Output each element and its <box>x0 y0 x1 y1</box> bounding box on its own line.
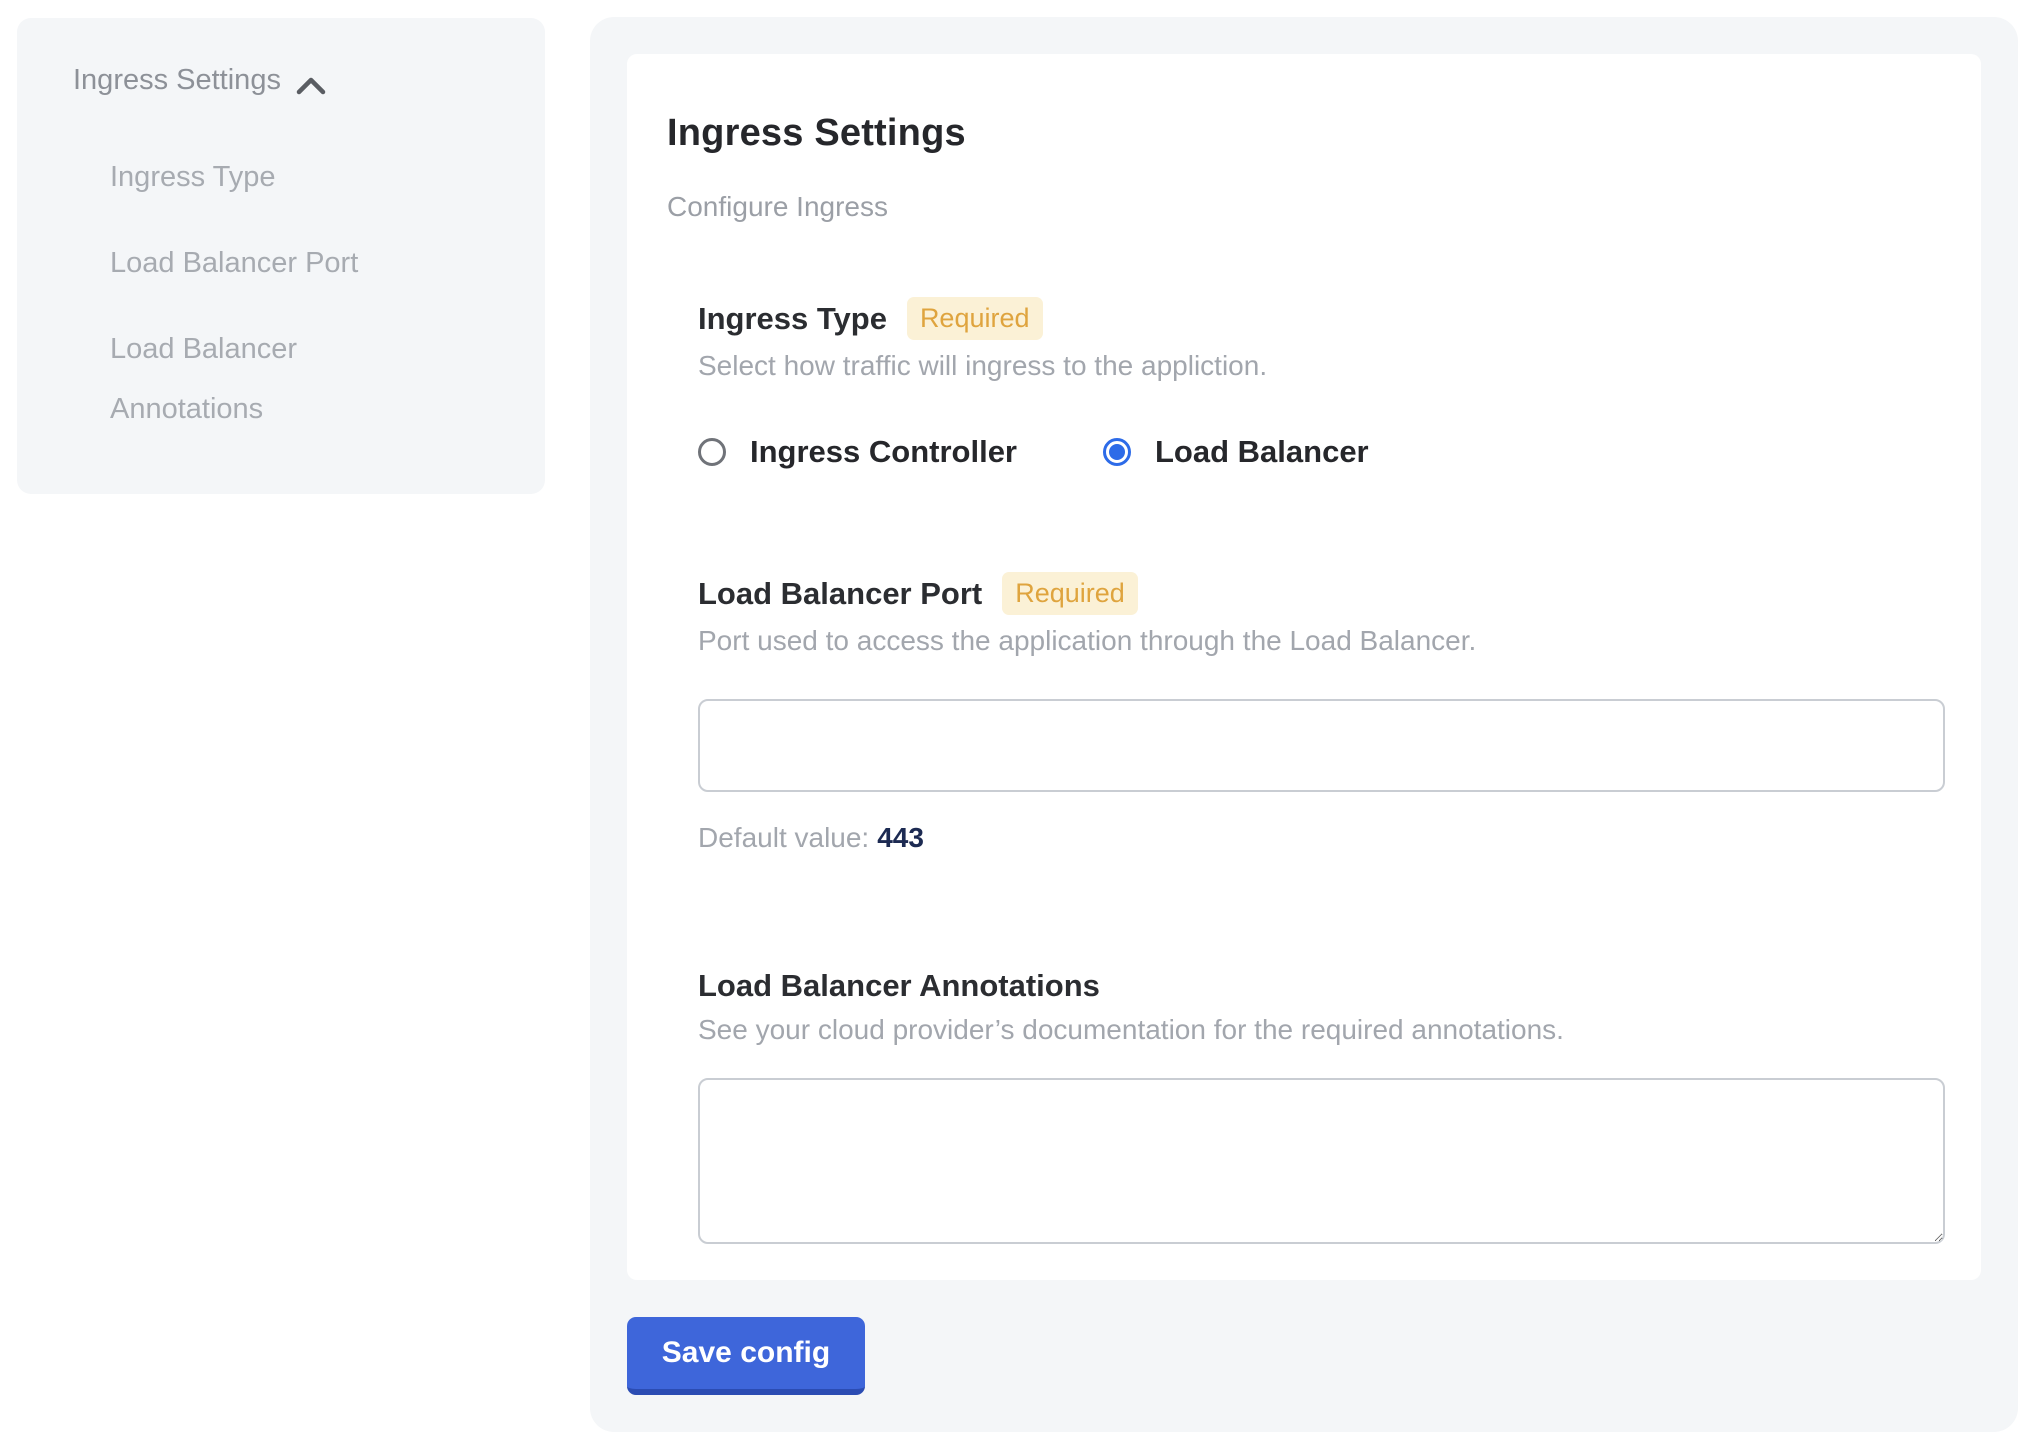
radio-label-ingress-controller: Ingress Controller <box>750 434 1017 470</box>
default-value-hint: Default value: 443 <box>698 822 1946 854</box>
sidebar-item-load-balancer-annotations[interactable]: Load Balancer Annotations <box>110 319 420 439</box>
ingress-type-radio-group: Ingress Controller Load Balancer <box>698 434 1946 470</box>
ingress-settings-panel: Ingress Settings Configure Ingress Ingre… <box>590 17 2018 1432</box>
sidebar-section-label: Ingress Settings <box>73 64 281 97</box>
field-ingress-type: Ingress Type Required Select how traffic… <box>698 297 1946 470</box>
load-balancer-port-input[interactable] <box>698 699 1945 792</box>
sidebar-item-list: Ingress Type Load Balancer Port Load Bal… <box>73 147 515 439</box>
ingress-settings-card: Ingress Settings Configure Ingress Ingre… <box>627 54 1981 1280</box>
save-config-button[interactable]: Save config <box>627 1317 865 1395</box>
required-badge: Required <box>907 297 1043 340</box>
radio-label-load-balancer: Load Balancer <box>1155 434 1369 470</box>
load-balancer-annotations-textarea[interactable] <box>698 1078 1945 1244</box>
page-subtitle: Configure Ingress <box>667 191 1946 223</box>
radio-option-ingress-controller[interactable]: Ingress Controller <box>698 434 1017 470</box>
required-badge: Required <box>1002 572 1138 615</box>
radio-unselected-icon[interactable] <box>698 438 726 466</box>
sidebar-item-load-balancer-port[interactable]: Load Balancer Port <box>110 233 420 293</box>
radio-selected-icon[interactable] <box>1103 438 1131 466</box>
field-load-balancer-annotations: Load Balancer Annotations See your cloud… <box>698 968 1946 1244</box>
load-balancer-annotations-description: See your cloud provider’s documentation … <box>698 1014 1946 1046</box>
default-value-number: 443 <box>877 822 924 853</box>
default-value-label: Default value: <box>698 822 869 853</box>
sidebar-item-ingress-type[interactable]: Ingress Type <box>110 147 420 207</box>
load-balancer-annotations-label: Load Balancer Annotations <box>698 968 1100 1004</box>
chevron-up-icon <box>295 72 327 94</box>
ingress-type-label: Ingress Type <box>698 301 887 337</box>
radio-option-load-balancer[interactable]: Load Balancer <box>1103 434 1369 470</box>
page-title: Ingress Settings <box>667 112 1946 155</box>
settings-anchor-nav: Ingress Settings Ingress Type Load Balan… <box>17 18 545 494</box>
field-load-balancer-port: Load Balancer Port Required Port used to… <box>698 572 1946 854</box>
ingress-type-description: Select how traffic will ingress to the a… <box>698 350 1946 382</box>
load-balancer-port-description: Port used to access the application thro… <box>698 625 1946 657</box>
load-balancer-port-label: Load Balancer Port <box>698 576 982 612</box>
sidebar-section-ingress-settings[interactable]: Ingress Settings <box>73 64 515 97</box>
